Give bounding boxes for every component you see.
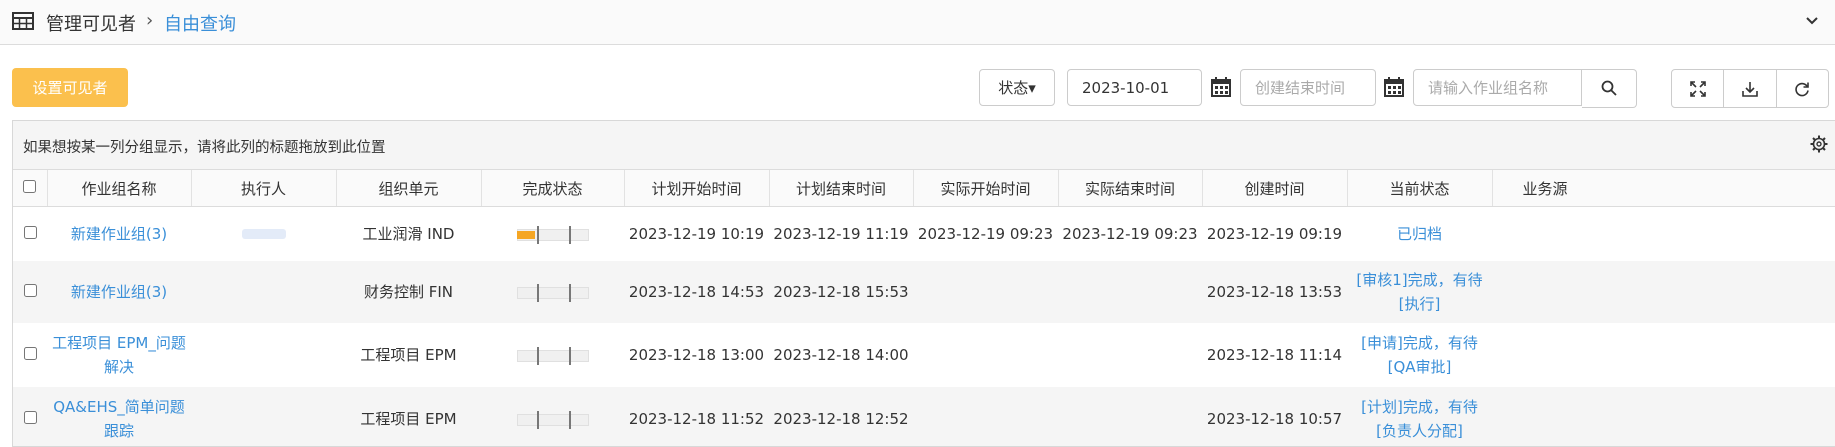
group-by-panel[interactable]: 如果想按某一列分组显示，请将此列的标题拖放到此位置: [13, 121, 1835, 170]
top-bar: 管理可见者 › 自由查询: [0, 0, 1835, 45]
column-header[interactable]: 计划开始时间: [624, 170, 770, 207]
created-cell: 2023-12-18 11:14: [1202, 323, 1347, 387]
progress-cell: [481, 387, 624, 446]
table-row[interactable]: 工程项目 EPM_问题解决 工程项目 EPM 2023-12-18 13:00 …: [13, 323, 1835, 387]
row-checkbox[interactable]: [23, 226, 37, 239]
business-source-cell: [1492, 387, 1835, 446]
column-header[interactable]: 当前状态: [1347, 170, 1493, 207]
search-icon: [1601, 80, 1617, 96]
org-unit-cell: 工业润滑 IND: [336, 206, 481, 261]
table-row[interactable]: 新建作业组(3) 财务控制 FIN 2023-12-18 14:53 2023-…: [13, 261, 1835, 323]
org-unit-cell: 工程项目 EPM: [336, 387, 481, 446]
actual-end-cell: [1058, 387, 1202, 446]
column-header[interactable]: 计划结束时间: [769, 170, 914, 207]
actual-start-cell: [913, 387, 1058, 446]
start-date-input[interactable]: [1067, 69, 1202, 106]
breadcrumb-separator: ›: [146, 10, 154, 31]
org-unit-cell: 工程项目 EPM: [336, 323, 481, 387]
actual-start-cell: 2023-12-19 09:23: [913, 206, 1058, 261]
org-unit-cell: 财务控制 FIN: [336, 261, 481, 323]
refresh-button[interactable]: [1777, 70, 1828, 107]
column-header[interactable]: 实际结束时间: [1058, 170, 1203, 207]
actual-start-cell: [913, 261, 1058, 323]
plan-start-cell: 2023-12-18 11:52: [624, 387, 769, 446]
progress-bar: [516, 283, 589, 302]
grid-tools: [1671, 69, 1829, 108]
progress-bar: [516, 346, 589, 365]
group-name-link[interactable]: 新建作业组(3): [47, 206, 191, 261]
search-button[interactable]: [1582, 69, 1637, 108]
progress-cell: [481, 261, 624, 323]
row-checkbox[interactable]: [23, 284, 37, 297]
download-icon: [1742, 81, 1758, 97]
current-status-link[interactable]: 已归档: [1347, 206, 1492, 261]
executor-cell: [191, 323, 336, 387]
created-cell: 2023-12-18 13:53: [1202, 261, 1347, 323]
column-header[interactable]: 业务源: [1492, 170, 1835, 207]
current-status-link[interactable]: [审核1]完成，有待[执行]: [1347, 261, 1492, 323]
actual-end-cell: 2023-12-19 09:23: [1058, 206, 1202, 261]
column-header[interactable]: 完成状态: [481, 170, 625, 207]
plan-end-cell: 2023-12-19 11:19: [769, 206, 913, 261]
progress-bar: [516, 410, 589, 429]
export-button[interactable]: [1724, 70, 1777, 107]
actual-end-cell: [1058, 261, 1202, 323]
calendar-icon[interactable]: [1210, 76, 1232, 98]
progress-cell: [481, 206, 624, 261]
search-input[interactable]: [1413, 69, 1582, 106]
expand-icon: [1689, 80, 1706, 97]
gear-icon[interactable]: [1810, 135, 1828, 153]
actual-end-cell: [1058, 323, 1202, 387]
progress-bar: [516, 225, 589, 244]
calendar-icon[interactable]: [1383, 76, 1405, 98]
plan-end-cell: 2023-12-18 12:52: [769, 387, 913, 446]
select-all-checkbox[interactable]: [23, 180, 37, 193]
redacted-executor: [241, 229, 286, 239]
breadcrumb-root[interactable]: 管理可见者: [46, 10, 136, 36]
column-header[interactable]: 实际开始时间: [913, 170, 1059, 207]
table-row[interactable]: 新建作业组(3) 工业润滑 IND 2023-12-19 10:19 2023-…: [13, 206, 1835, 261]
column-header[interactable]: 执行人: [191, 170, 337, 207]
current-status-link[interactable]: [计划]完成，有待[负责人分配]: [1347, 387, 1492, 446]
table-icon: [12, 12, 34, 30]
column-header[interactable]: 组织单元: [336, 170, 482, 207]
created-cell: 2023-12-19 09:19: [1202, 206, 1347, 261]
plan-start-cell: 2023-12-18 14:53: [624, 261, 769, 323]
actual-start-cell: [913, 323, 1058, 387]
current-status-link[interactable]: [申请]完成，有待[QA审批]: [1347, 323, 1492, 387]
breadcrumb-current[interactable]: 自由查询: [164, 10, 236, 36]
group-name-link[interactable]: 工程项目 EPM_问题解决: [47, 323, 191, 387]
created-cell: 2023-12-18 10:57: [1202, 387, 1347, 446]
row-checkbox[interactable]: [23, 347, 37, 360]
business-source-cell: [1492, 261, 1835, 323]
fullscreen-button[interactable]: [1672, 70, 1725, 107]
group-name-link[interactable]: QA&EHS_简单问题跟踪: [47, 387, 191, 446]
select-all-cell: [13, 170, 48, 207]
status-dropdown[interactable]: 状态▾: [979, 69, 1055, 106]
progress-cell: [481, 323, 624, 387]
column-header[interactable]: 创建时间: [1202, 170, 1348, 207]
plan-end-cell: 2023-12-18 15:53: [769, 261, 913, 323]
row-checkbox[interactable]: [23, 411, 37, 424]
refresh-icon: [1795, 82, 1810, 96]
group-name-link[interactable]: 新建作业组(3): [47, 261, 191, 323]
plan-start-cell: 2023-12-19 10:19: [624, 206, 769, 261]
set-visible-button[interactable]: 设置可见者: [12, 68, 128, 107]
data-grid: 如果想按某一列分组显示，请将此列的标题拖放到此位置 作业组名称 执行人 组织单元: [12, 120, 1835, 447]
end-date-input[interactable]: [1240, 69, 1376, 106]
chevron-down-icon[interactable]: [1805, 14, 1819, 28]
table-row[interactable]: QA&EHS_简单问题跟踪 工程项目 EPM 2023-12-18 11:52 …: [13, 387, 1835, 446]
group-by-hint: 如果想按某一列分组显示，请将此列的标题拖放到此位置: [23, 140, 386, 156]
plan-end-cell: 2023-12-18 14:00: [769, 323, 913, 387]
plan-start-cell: 2023-12-18 13:00: [624, 323, 769, 387]
results-table: 作业组名称 执行人 组织单元 完成状态 计划开始时间 计划结束时间 实际开始时间…: [13, 170, 1835, 446]
header-row: 作业组名称 执行人 组织单元 完成状态 计划开始时间 计划结束时间 实际开始时间…: [13, 170, 1835, 207]
executor-cell: [191, 261, 336, 323]
business-source-cell: [1492, 206, 1835, 261]
business-source-cell: [1492, 323, 1835, 387]
executor-cell: [191, 206, 336, 261]
column-header[interactable]: 作业组名称: [47, 170, 192, 207]
executor-cell: [191, 387, 336, 446]
